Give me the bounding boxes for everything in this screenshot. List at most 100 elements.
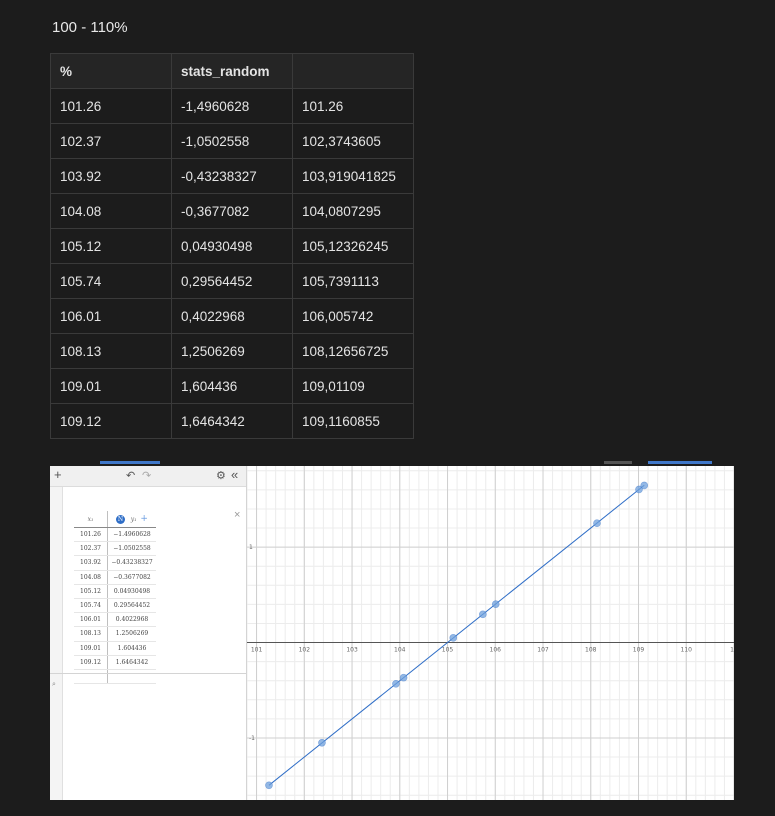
undo-icon[interactable]: ↶ bbox=[126, 469, 135, 482]
calculator-table-row[interactable]: 109.12 1.6464342 bbox=[74, 655, 156, 670]
x-tick-label: 108 bbox=[585, 647, 597, 654]
data-point bbox=[392, 680, 400, 688]
table-cell: 105.74 bbox=[50, 263, 172, 299]
add-expression-button[interactable]: + bbox=[54, 467, 62, 482]
table-cell: -1,0502558 bbox=[171, 123, 293, 159]
calculator-table-row[interactable]: 106.01 0.4022968 bbox=[74, 612, 156, 628]
table-cell: 108,12656725 bbox=[292, 333, 414, 369]
column-header: stats_random bbox=[171, 53, 293, 89]
table-cell: 0,04930498 bbox=[171, 228, 293, 264]
table-row: 104.08 -0,3677082 104,0807295 bbox=[50, 193, 414, 229]
calculator-table-row[interactable]: 109.01 1.604436 bbox=[74, 641, 156, 656]
calculator-table-row[interactable]: 105.74 0.29564452 bbox=[74, 598, 156, 614]
table-cell: 109.01 bbox=[50, 368, 172, 404]
calculator-table-cell[interactable]: 105.74 bbox=[74, 598, 108, 614]
y-tick-label: -1 bbox=[249, 735, 255, 742]
panel-divider bbox=[50, 673, 246, 674]
calculator-table-cell[interactable]: 101.26 bbox=[74, 527, 108, 543]
calculator-table-row[interactable]: 108.13 1.2506269 bbox=[74, 626, 156, 642]
column-header bbox=[292, 53, 414, 89]
table-cell: 103,919041825 bbox=[292, 158, 414, 194]
graphing-calculator[interactable]: + ↶ ↷ ⚙ « × x₁ N y₁ + 101.26 −1.4960628 10… bbox=[50, 466, 734, 800]
calculator-table-row[interactable] bbox=[74, 669, 156, 685]
column-header: % bbox=[50, 53, 172, 89]
table-row: 103.92 -0,43238327 103,919041825 bbox=[50, 158, 414, 194]
calculator-table-row[interactable]: 105.12 0.04930498 bbox=[74, 584, 156, 599]
table-cell: 1,604436 bbox=[171, 368, 293, 404]
calculator-table-cell[interactable]: 1.604436 bbox=[107, 641, 156, 656]
section-heading: 100 - 110% bbox=[52, 19, 128, 36]
table-cell: 103.92 bbox=[50, 158, 172, 194]
calculator-table-cell[interactable]: 106.01 bbox=[74, 612, 108, 628]
table-row: 105.74 0,29564452 105,7391113 bbox=[50, 263, 414, 299]
table-row: 102.37 -1,0502558 102,3743605 bbox=[50, 123, 414, 159]
table-cell: 109,1160855 bbox=[292, 403, 414, 439]
calculator-table-cell[interactable]: −0.3677082 bbox=[107, 570, 156, 585]
table-row: 108.13 1,2506269 108,12656725 bbox=[50, 333, 414, 369]
redo-icon[interactable]: ↷ bbox=[142, 469, 151, 482]
table-cell: 105.12 bbox=[50, 228, 172, 264]
x-column-header[interactable]: x₁ bbox=[74, 511, 108, 528]
calculator-table-cell[interactable]: −0.43238327 bbox=[107, 555, 156, 571]
table-cell: 105,7391113 bbox=[292, 263, 414, 299]
collapse-panel-icon[interactable]: « bbox=[231, 467, 238, 482]
calculator-table-cell[interactable]: 104.08 bbox=[74, 570, 108, 585]
empty-cell[interactable] bbox=[107, 669, 156, 685]
calculator-table[interactable]: x₁ N y₁ + 101.26 −1.4960628 102.37 −1.05025… bbox=[74, 511, 156, 685]
zoom-icon[interactable]: ⌕ bbox=[52, 681, 56, 689]
calculator-table-row[interactable]: 104.08 −0.3677082 bbox=[74, 570, 156, 585]
table-cell: -0,3677082 bbox=[171, 193, 293, 229]
table-cell: 101.26 bbox=[50, 88, 172, 124]
calculator-table-cell[interactable]: 1.6464342 bbox=[107, 655, 156, 670]
calculator-table-cell[interactable]: 0.4022968 bbox=[107, 612, 156, 628]
expression-list[interactable]: × x₁ N y₁ + 101.26 −1.4960628 102.37 −1.050… bbox=[50, 487, 246, 800]
calculator-table-row[interactable]: 103.92 −0.43238327 bbox=[74, 555, 156, 571]
x-tick-label: 106 bbox=[490, 647, 502, 654]
table-cell: 102,3743605 bbox=[292, 123, 414, 159]
table-cell: 0,29564452 bbox=[171, 263, 293, 299]
x-tick-label: 104 bbox=[394, 647, 406, 654]
tab-indicator bbox=[648, 461, 712, 464]
calculator-table-cell[interactable]: −1.0502558 bbox=[107, 541, 156, 557]
data-point bbox=[479, 610, 487, 619]
graph-canvas[interactable]: 101102103104105106107108109110111-1 bbox=[247, 466, 734, 800]
add-column-icon[interactable]: + bbox=[140, 514, 148, 524]
calculator-table-cell[interactable]: 109.01 bbox=[74, 641, 108, 656]
calculator-table-cell[interactable]: 103.92 bbox=[74, 555, 108, 571]
close-icon[interactable]: × bbox=[234, 509, 240, 521]
calculator-table-cell[interactable]: 0.29564452 bbox=[107, 598, 156, 614]
regression-icon[interactable]: N bbox=[116, 515, 126, 524]
data-table: % stats_random 101.26 -1,4960628 101.26 102… bbox=[50, 53, 414, 439]
y-column-header[interactable]: N y₁ + bbox=[107, 511, 156, 528]
table-cell: 104.08 bbox=[50, 193, 172, 229]
x-tick-label: 107 bbox=[537, 647, 549, 654]
data-point bbox=[593, 519, 601, 527]
tab-indicator bbox=[100, 461, 160, 464]
x-tick-label: 109 bbox=[633, 647, 645, 654]
calculator-table-cell[interactable]: 109.12 bbox=[74, 655, 108, 670]
data-point bbox=[265, 781, 273, 790]
data-point bbox=[318, 738, 326, 747]
empty-cell[interactable] bbox=[74, 669, 108, 685]
calculator-table-row[interactable]: 101.26 −1.4960628 bbox=[74, 527, 156, 543]
table-cell: 109,01109 bbox=[292, 368, 414, 404]
calculator-table-cell[interactable]: 105.12 bbox=[74, 584, 108, 599]
data-point bbox=[491, 600, 500, 608]
y-column-label: y₁ bbox=[130, 516, 137, 523]
x-tick-label: 101 bbox=[251, 647, 263, 654]
calculator-table-cell[interactable]: 1.2506269 bbox=[107, 626, 156, 642]
table-cell: 109.12 bbox=[50, 403, 172, 439]
table-cell: 0,4022968 bbox=[171, 298, 293, 334]
calculator-table-cell[interactable]: 0.04930498 bbox=[107, 584, 156, 599]
calculator-table-cell[interactable]: 102.37 bbox=[74, 541, 108, 557]
calculator-table-header: x₁ N y₁ + bbox=[74, 511, 156, 528]
table-row: 106.01 0,4022968 106,005742 bbox=[50, 298, 414, 334]
calculator-table-row[interactable]: 102.37 −1.0502558 bbox=[74, 541, 156, 557]
calculator-table-cell[interactable]: −1.4960628 bbox=[107, 527, 156, 543]
table-cell: -1,4960628 bbox=[171, 88, 293, 124]
settings-icon[interactable]: ⚙ bbox=[216, 469, 226, 482]
calculator-table-cell[interactable]: 108.13 bbox=[74, 626, 108, 642]
table-row: 101.26 -1,4960628 101.26 bbox=[50, 88, 414, 124]
expression-gutter bbox=[50, 487, 63, 800]
tab-indicator bbox=[604, 461, 632, 464]
